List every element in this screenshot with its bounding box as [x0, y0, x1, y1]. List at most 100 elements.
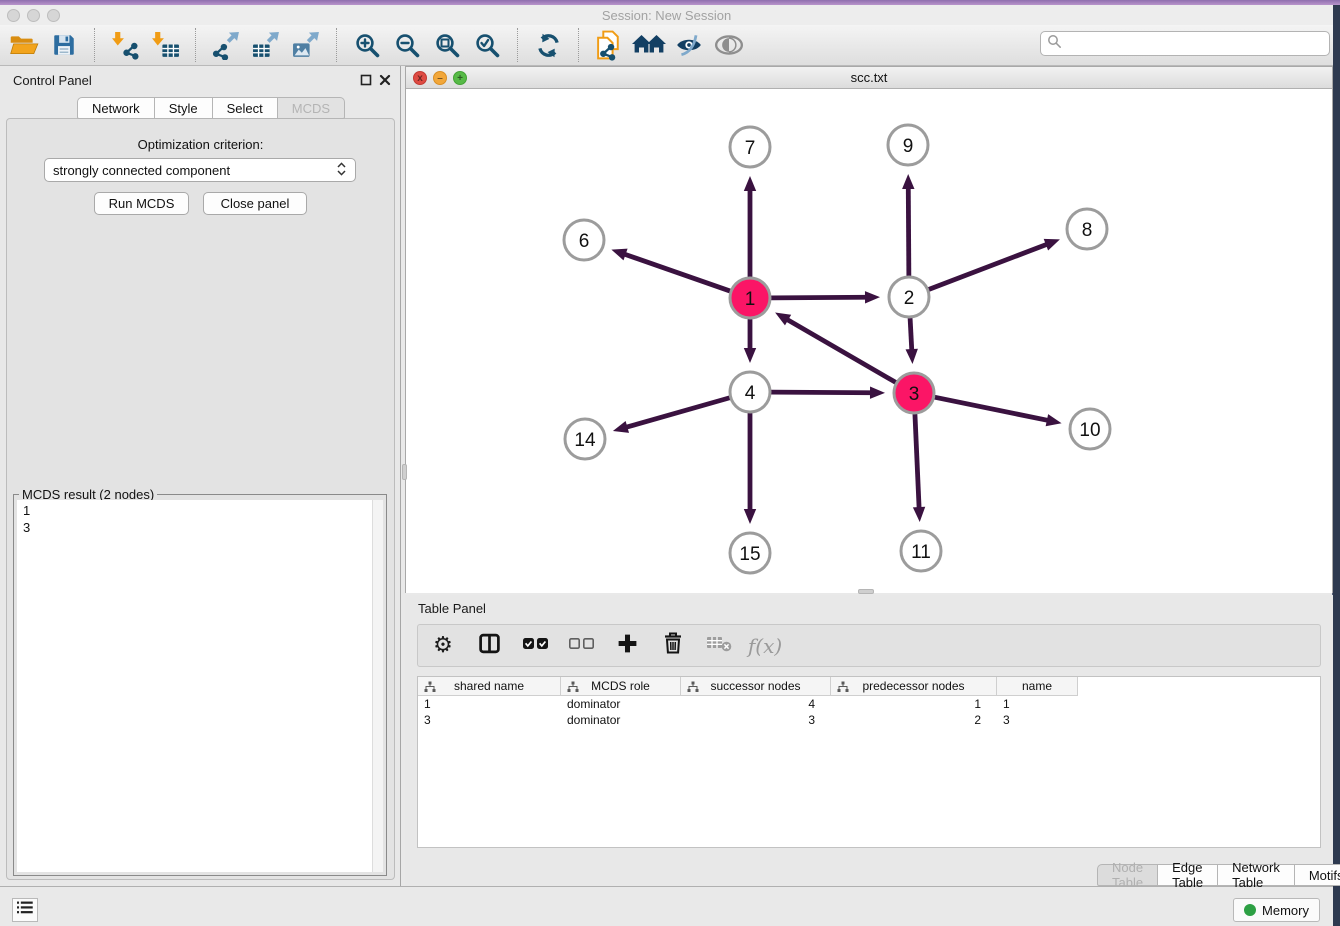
column-header-predecessor-nodes[interactable]: predecessor nodes	[831, 677, 997, 695]
network-from-selection-button[interactable]	[589, 27, 629, 63]
graph-edge-3-1[interactable]	[786, 319, 895, 382]
deselect-all-button[interactable]	[568, 633, 594, 659]
title-bar: Session: New Session	[0, 5, 1333, 25]
graph-edge-3-10[interactable]	[935, 397, 1049, 420]
graph-edge-3-11[interactable]	[915, 414, 919, 509]
run-mcds-button[interactable]: Run MCDS	[94, 192, 189, 215]
column-header-successor-nodes[interactable]: successor nodes	[681, 677, 831, 695]
eye-button[interactable]	[709, 27, 749, 63]
open-folder-button[interactable]	[4, 27, 44, 63]
tab-network-table[interactable]: Network Table	[1218, 864, 1295, 886]
graph-edge-1-6[interactable]	[624, 254, 731, 291]
sort-icon[interactable]	[424, 681, 436, 696]
table-cell[interactable]: 3	[681, 712, 831, 728]
add-button[interactable]	[614, 633, 640, 659]
splitpane-handle-vertical[interactable]	[402, 464, 407, 480]
export-network-icon	[212, 31, 241, 60]
task-history-button[interactable]	[12, 898, 38, 922]
table-cell[interactable]: 1	[997, 696, 1078, 712]
graph-edge-2-3[interactable]	[910, 318, 912, 351]
graph-edge-4-3[interactable]	[771, 392, 872, 393]
close-panel-icon[interactable]	[379, 73, 391, 91]
export-table-button[interactable]	[246, 27, 286, 63]
graph-edge-1-2[interactable]	[771, 297, 867, 298]
table-cell[interactable]: dominator	[561, 696, 681, 712]
search-box[interactable]	[1040, 31, 1330, 56]
window-title: Session: New Session	[0, 8, 1333, 23]
table-row[interactable]: 1dominator411	[418, 696, 1078, 712]
memory-button[interactable]: Memory	[1233, 898, 1320, 922]
home-button[interactable]	[629, 27, 669, 63]
column-header-shared-name[interactable]: shared name	[418, 677, 561, 695]
save-icon	[51, 32, 77, 58]
table-cell[interactable]: dominator	[561, 712, 681, 728]
search-icon	[1047, 34, 1062, 54]
zoom-in-button[interactable]	[347, 27, 387, 63]
table-cell[interactable]: 1	[418, 696, 561, 712]
tab-mcds[interactable]: MCDS	[278, 97, 345, 119]
sort-icon[interactable]	[687, 681, 699, 696]
tab-select[interactable]: Select	[213, 97, 278, 119]
zoom-out-button[interactable]	[387, 27, 427, 63]
graph-edge-arrowhead	[902, 174, 914, 189]
sort-icon[interactable]	[567, 681, 579, 696]
criterion-dropdown[interactable]: strongly connected component	[44, 158, 356, 182]
graph-node-label: 2	[904, 288, 915, 309]
table-cell[interactable]: 3	[997, 712, 1078, 728]
select-all-button[interactable]	[522, 633, 548, 659]
zoom-fit-button[interactable]	[427, 27, 467, 63]
export-image-icon	[292, 31, 321, 60]
refresh-button[interactable]	[528, 27, 568, 63]
import-network-button[interactable]	[105, 27, 145, 63]
graph-edge-2-8[interactable]	[929, 244, 1048, 290]
zoom-selected-button[interactable]	[467, 27, 507, 63]
mcds-result-scrollbar[interactable]	[372, 500, 383, 872]
zoom-fit-icon	[434, 32, 461, 59]
table-cell[interactable]: 2	[831, 712, 997, 728]
function-button: f(x)	[752, 633, 778, 659]
table-cell[interactable]: 3	[418, 712, 561, 728]
split-columns-button[interactable]	[476, 633, 502, 659]
table-row[interactable]: 3dominator323	[418, 712, 1078, 728]
network-window-titlebar[interactable]: x – + scc.txt	[406, 67, 1332, 89]
close-panel-button[interactable]: Close panel	[203, 192, 307, 215]
export-image-button[interactable]	[286, 27, 326, 63]
function-icon: f(x)	[748, 634, 782, 658]
graph-edge-arrowhead	[906, 349, 918, 364]
tab-motifs[interactable]: Motifs	[1295, 864, 1340, 886]
control-panel-title: Control Panel	[13, 73, 92, 88]
table-cell[interactable]: 4	[681, 696, 831, 712]
import-table-button[interactable]	[145, 27, 185, 63]
home-icon	[632, 33, 666, 57]
search-input[interactable]	[1066, 36, 1323, 51]
graph-edge-arrowhead	[744, 509, 756, 524]
delete-button[interactable]	[660, 633, 686, 659]
table-panel-title: Table Panel	[418, 601, 486, 616]
splitpane-handle-horizontal[interactable]	[858, 589, 874, 594]
float-panel-icon[interactable]	[360, 73, 372, 91]
tab-network[interactable]: Network	[77, 97, 155, 119]
export-network-button[interactable]	[206, 27, 246, 63]
graph-edge-2-9[interactable]	[908, 187, 909, 276]
tab-style[interactable]: Style	[155, 97, 213, 119]
network-view-window: x – + scc.txt 1234678910111415	[405, 66, 1333, 593]
graph-node-label: 14	[574, 430, 596, 451]
graph-edge-4-14[interactable]	[625, 398, 729, 428]
network-graph-canvas[interactable]: 1234678910111415	[406, 89, 1332, 593]
gear-button[interactable]: ⚙	[430, 633, 456, 659]
table-cell[interactable]: 1	[831, 696, 997, 712]
sort-icon[interactable]	[837, 681, 849, 696]
graph-edge-arrowhead	[611, 249, 627, 261]
mcds-result-list[interactable]: 13	[17, 500, 372, 872]
tab-node-table[interactable]: Node Table	[1097, 864, 1158, 886]
network-graph: 1234678910111415	[406, 89, 1332, 593]
hide-panels-button[interactable]	[669, 27, 709, 63]
toolbar-separator	[195, 28, 196, 62]
node-table[interactable]: shared nameMCDS rolesuccessor nodesprede…	[417, 676, 1321, 848]
save-button[interactable]	[44, 27, 84, 63]
column-header-name[interactable]: name	[997, 677, 1078, 695]
memory-status-icon	[1244, 904, 1256, 916]
tab-edge-table[interactable]: Edge Table	[1158, 864, 1218, 886]
column-header-MCDS-role[interactable]: MCDS role	[561, 677, 681, 695]
control-panel-tabs: NetworkStyleSelectMCDS	[77, 97, 345, 119]
